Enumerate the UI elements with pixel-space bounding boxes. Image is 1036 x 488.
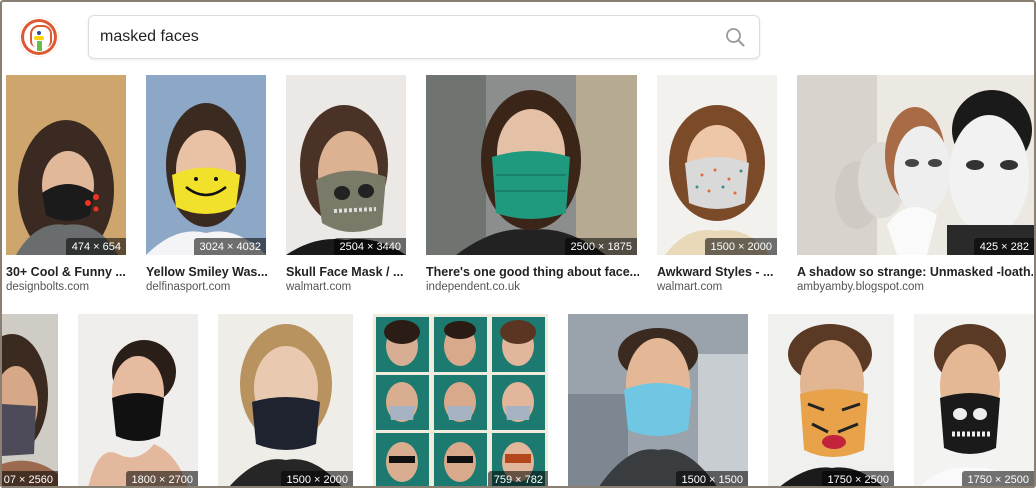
result-source[interactable]: walmart.com [657,281,779,293]
result-title[interactable]: 30+ Cool & Funny ... [6,265,128,279]
duckduckgo-logo[interactable] [19,17,59,57]
result-title[interactable]: Awkward Styles - ... [657,265,779,279]
skull-mask-image [286,75,406,255]
masked-woman-image [6,75,126,255]
image-dimensions: 1500 × 2000 [704,238,777,255]
image-dimensions: 1750 × 2500 [821,471,894,488]
image-result[interactable]: 1750 × 2500 [914,314,1034,488]
navy-mask-woman-image [218,314,353,488]
tiger-mask-man-image [768,314,894,488]
result-source[interactable]: independent.co.uk [426,281,639,293]
image-result[interactable]: 2504 × 3440 [286,75,406,255]
image-dimensions: 425 × 282 [973,238,1034,255]
search-input[interactable]: masked faces [100,28,199,46]
smiley-mask-image [146,75,266,255]
result-title[interactable]: Yellow Smiley Was... [146,265,268,279]
image-result[interactable]: 425 × 282 [797,75,1034,255]
teal-mask-woman-image [426,75,637,255]
result-source[interactable]: designbolts.com [6,281,128,293]
result-source[interactable]: walmart.com [286,281,408,293]
image-dimensions: 1800 × 2700 [125,471,198,488]
image-result[interactable]: 3024 × 4032 [146,75,266,255]
result-title[interactable]: There's one good thing about face... [426,265,639,279]
image-result[interactable]: 1750 × 2500 [768,314,894,488]
image-dimensions: 07 × 2560 [2,471,58,488]
image-dimensions: 2500 × 1875 [564,238,637,255]
image-dimensions: 2504 × 3440 [333,238,406,255]
image-result[interactable]: 759 × 782 [373,314,548,488]
faces-collage-image [373,314,548,488]
image-result[interactable]: 2500 × 1875 [426,75,637,255]
image-dimensions: 1500 × 1500 [675,471,748,488]
result-title[interactable]: A shadow so strange: Unmasked -loath... [797,265,1033,279]
white-masks-image [797,75,1034,255]
image-result[interactable]: 07 × 2560 [2,314,58,488]
black-mask-woman-image [78,314,198,488]
image-dimensions: 3024 × 4032 [193,238,266,255]
image-dimensions: 474 × 654 [65,238,126,255]
image-result[interactable]: 474 × 654 [6,75,126,255]
surgical-mask-man-image [568,314,748,488]
skeleton-mask-man-image [914,314,1034,488]
image-result[interactable]: 1500 × 2000 [657,75,777,255]
image-result[interactable]: 1500 × 2000 [218,314,353,488]
search-box[interactable]: masked faces [88,15,760,59]
image-result[interactable]: 1800 × 2700 [78,314,198,488]
masked-woman-image [2,314,58,488]
image-result[interactable]: 1500 × 1500 [568,314,748,488]
search-icon[interactable] [725,27,745,47]
image-dimensions: 1500 × 2000 [280,471,353,488]
result-source[interactable]: ambyamby.blogspot.com [797,281,1033,293]
image-dimensions: 1750 × 2500 [961,471,1034,488]
result-source[interactable]: delfinasport.com [146,281,268,293]
image-dimensions: 759 × 782 [487,471,548,488]
girl-mask-image [657,75,777,255]
result-title[interactable]: Skull Face Mask / ... [286,265,408,279]
